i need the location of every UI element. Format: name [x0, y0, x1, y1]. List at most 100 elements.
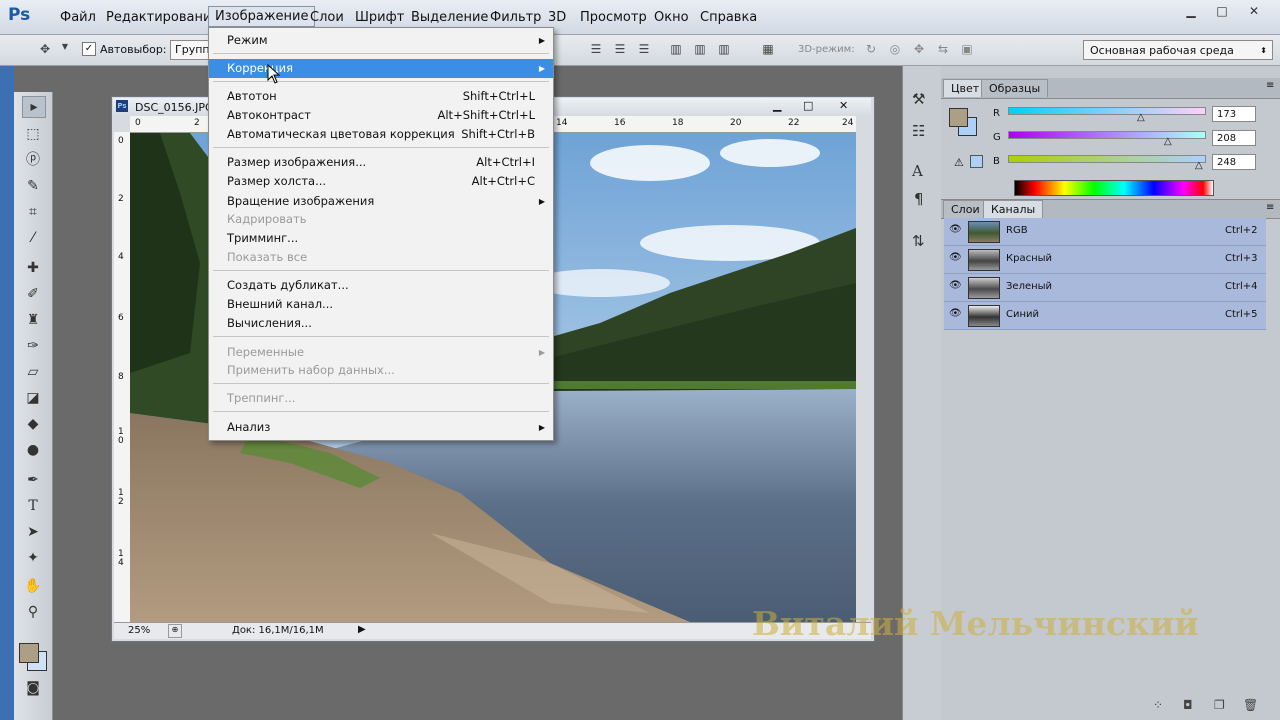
- align-left-icon[interactable]: ▥: [667, 42, 685, 58]
- r-value-field[interactable]: 173: [1212, 106, 1256, 122]
- r-slider[interactable]: [1008, 107, 1206, 115]
- status-menu-arrow-icon[interactable]: ▶: [358, 624, 366, 635]
- move-tool-icon[interactable]: ✥: [36, 42, 54, 58]
- menu-window[interactable]: Окно: [649, 8, 694, 27]
- zoom-tool-icon[interactable]: ⚲: [22, 602, 44, 622]
- menu-item-calculations[interactable]: Вычисления...: [209, 314, 553, 333]
- visibility-eye-icon[interactable]: 👁: [949, 280, 962, 291]
- menu-edit[interactable]: Редактирование: [101, 8, 224, 27]
- menu-item-mode[interactable]: Режим ▶: [209, 31, 553, 50]
- maximize-icon[interactable]: □: [1211, 4, 1233, 20]
- brush-tool-icon[interactable]: ✐: [22, 284, 44, 304]
- eyedropper-tool-icon[interactable]: ⁄: [22, 228, 44, 248]
- menu-type[interactable]: Шрифт: [350, 8, 409, 27]
- tool-preset-chevron-icon[interactable]: ▼: [56, 42, 74, 58]
- panel-menu-icon[interactable]: ≡: [1266, 80, 1274, 91]
- b-slider-thumb-icon[interactable]: △: [1195, 160, 1203, 171]
- workspace-dropdown[interactable]: Основная рабочая среда ⬍: [1083, 40, 1273, 60]
- pen-tool-icon[interactable]: ✒: [22, 470, 44, 490]
- r-slider-thumb-icon[interactable]: △: [1137, 112, 1145, 123]
- tab-channels[interactable]: Каналы: [983, 200, 1044, 218]
- history-brush-tool-icon[interactable]: ✑: [22, 336, 44, 356]
- close-icon[interactable]: ✕: [1243, 4, 1265, 20]
- channel-row[interactable]: 👁 Зеленый Ctrl+4: [944, 274, 1266, 302]
- menu-item-analysis[interactable]: Анализ ▶: [209, 418, 553, 437]
- status-info-icon[interactable]: ⊕: [168, 624, 182, 638]
- menu-item-canvas-size[interactable]: Размер холста... Alt+Ctrl+C: [209, 172, 553, 191]
- 3d-rotate-icon[interactable]: ↻: [862, 42, 880, 58]
- eraser-tool-icon[interactable]: ▱: [22, 362, 44, 382]
- channel-row[interactable]: 👁 Красный Ctrl+3: [944, 246, 1266, 274]
- gradient-tool-icon[interactable]: ◪: [22, 388, 44, 408]
- autoselect-checkbox[interactable]: ✓: [82, 42, 96, 56]
- doc-maximize-icon[interactable]: □: [803, 99, 813, 112]
- clone-source-panel-icon[interactable]: ⇅: [912, 232, 925, 250]
- delete-channel-icon[interactable]: 🗑: [1243, 698, 1258, 712]
- adjustments-panel-icon[interactable]: ☷: [912, 122, 925, 140]
- menu-image[interactable]: Изображение: [208, 6, 316, 27]
- menu-filter[interactable]: Фильтр: [485, 8, 546, 27]
- gamut-swatch[interactable]: [970, 155, 983, 168]
- character-panel-icon[interactable]: A: [912, 162, 923, 180]
- menu-item-auto-color[interactable]: Автоматическая цветовая коррекция Shift+C…: [209, 125, 553, 144]
- crop-tool-icon[interactable]: ⌗: [22, 202, 44, 222]
- dodge-tool-icon[interactable]: ●: [22, 440, 44, 460]
- menu-item-image-size[interactable]: Размер изображения... Alt+Ctrl+I: [209, 153, 553, 172]
- quick-select-tool-icon[interactable]: ✎: [22, 176, 44, 196]
- minimize-icon[interactable]: ▁: [1180, 4, 1202, 20]
- align-vcenter-icon[interactable]: ☰: [611, 42, 629, 58]
- tab-swatches[interactable]: Образцы: [981, 79, 1049, 97]
- menu-item-duplicate[interactable]: Создать дубликат...: [209, 276, 553, 295]
- channels-menu-icon[interactable]: ≡: [1266, 202, 1274, 213]
- move-tool-icon[interactable]: ▸: [22, 96, 46, 118]
- menu-help[interactable]: Справка: [695, 8, 762, 27]
- path-select-tool-icon[interactable]: ➤: [22, 522, 44, 542]
- menu-select[interactable]: Выделение: [406, 8, 493, 27]
- save-selection-icon[interactable]: ◘: [1183, 698, 1193, 712]
- b-slider[interactable]: [1008, 155, 1206, 163]
- g-value-field[interactable]: 208: [1212, 130, 1256, 146]
- paragraph-panel-icon[interactable]: ¶: [914, 190, 924, 208]
- channel-row[interactable]: 👁 RGB Ctrl+2: [944, 218, 1266, 246]
- foreground-color-swatch[interactable]: [19, 643, 39, 663]
- color-spectrum-ramp[interactable]: [1014, 180, 1214, 196]
- hand-tool-icon[interactable]: ✋: [22, 576, 44, 596]
- load-selection-icon[interactable]: ⁘: [1153, 698, 1163, 712]
- menu-layers[interactable]: Слои: [305, 8, 349, 27]
- zoom-level[interactable]: 25%: [128, 625, 150, 636]
- menu-item-trim[interactable]: Тримминг...: [209, 229, 553, 248]
- clone-stamp-tool-icon[interactable]: ♜: [22, 310, 44, 330]
- tab-layers[interactable]: Слои: [943, 200, 988, 218]
- quick-mask-icon[interactable]: ◙: [22, 678, 44, 698]
- menu-item-image-rotation[interactable]: Вращение изображения ▶: [209, 192, 553, 211]
- menu-item-auto-tone[interactable]: Автотон Shift+Ctrl+L: [209, 87, 553, 106]
- 3d-scale-icon[interactable]: ▣: [958, 42, 976, 58]
- visibility-eye-icon[interactable]: 👁: [949, 224, 962, 235]
- shape-tool-icon[interactable]: ✦: [22, 548, 44, 568]
- menu-view[interactable]: Просмотр: [575, 8, 652, 27]
- gamut-warning-icon[interactable]: ⚠: [954, 156, 964, 169]
- auto-align-icon[interactable]: ▦: [759, 42, 777, 58]
- menu-item-auto-contrast[interactable]: Автоконтраст Alt+Shift+Ctrl+L: [209, 106, 553, 125]
- align-bottom-icon[interactable]: ☰: [635, 42, 653, 58]
- doc-close-icon[interactable]: ✕: [839, 99, 848, 112]
- menu-item-adjustments[interactable]: Коррекция ▶: [209, 59, 553, 78]
- history-panel-icon[interactable]: ⚒: [912, 90, 925, 108]
- lasso-tool-icon[interactable]: ⓟ: [22, 150, 44, 170]
- doc-minimize-icon[interactable]: ▁: [773, 99, 781, 112]
- g-slider[interactable]: [1008, 131, 1206, 139]
- 3d-slide-icon[interactable]: ⇆: [934, 42, 952, 58]
- align-right-icon[interactable]: ▥: [715, 42, 733, 58]
- channel-row[interactable]: 👁 Синий Ctrl+5: [944, 302, 1266, 330]
- 3d-pan-icon[interactable]: ✥: [910, 42, 928, 58]
- align-top-icon[interactable]: ☰: [587, 42, 605, 58]
- 3d-roll-icon[interactable]: ◎: [886, 42, 904, 58]
- visibility-eye-icon[interactable]: 👁: [949, 252, 962, 263]
- menu-item-apply-image[interactable]: Внешний канал...: [209, 295, 553, 314]
- b-value-field[interactable]: 248: [1212, 154, 1256, 170]
- align-hcenter-icon[interactable]: ▥: [691, 42, 709, 58]
- blur-tool-icon[interactable]: ◆: [22, 414, 44, 434]
- color-fg-swatch[interactable]: [949, 108, 968, 127]
- g-slider-thumb-icon[interactable]: △: [1164, 136, 1172, 147]
- menu-3d[interactable]: 3D: [543, 8, 571, 27]
